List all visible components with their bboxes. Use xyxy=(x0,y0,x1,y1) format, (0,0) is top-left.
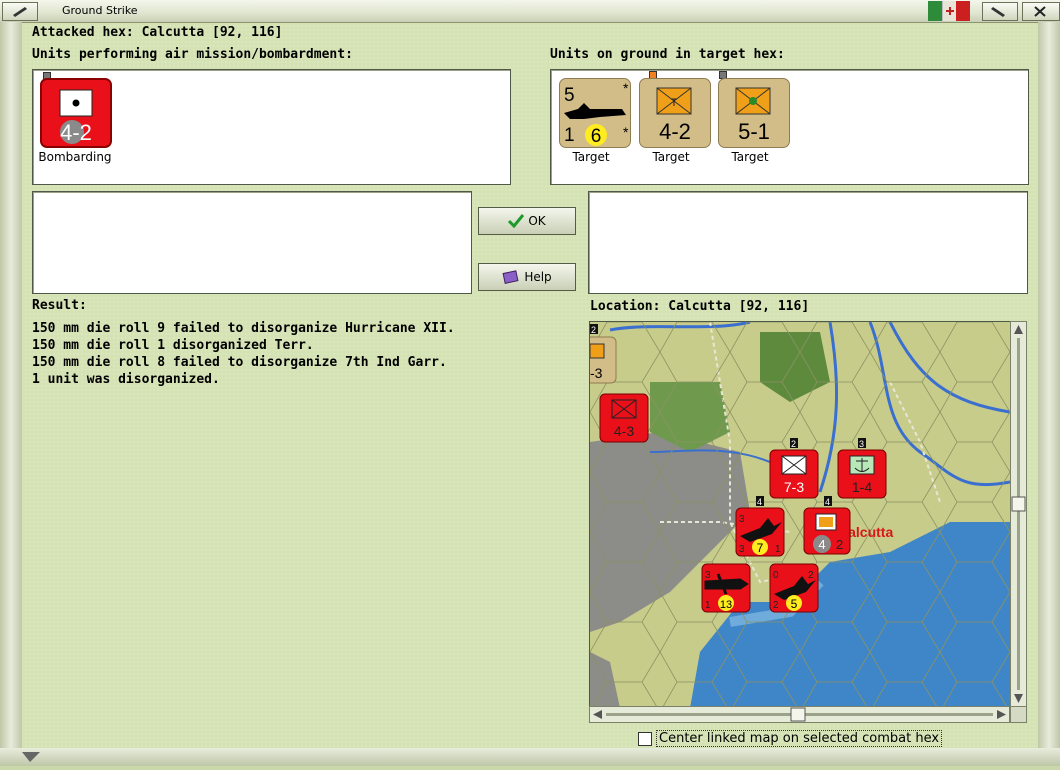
svg-text:5: 5 xyxy=(564,85,575,106)
result-text: 150 mm die roll 9 failed to disorganize … xyxy=(32,320,455,388)
map-vertical-scrollbar[interactable] xyxy=(1010,321,1027,707)
ground-strike-window: Ground Strike Attacked hex: Calcutta [92… xyxy=(0,0,1060,766)
svg-text:*: * xyxy=(623,80,629,96)
close-button[interactable] xyxy=(1022,2,1060,21)
svg-text:3: 3 xyxy=(739,514,745,525)
svg-text:4: 4 xyxy=(757,497,762,507)
air-units-label: Units performing air mission/bombardment… xyxy=(32,47,353,62)
result-line: 150 mm die roll 9 failed to disorganize … xyxy=(32,321,455,336)
center-map-checkbox[interactable] xyxy=(638,732,652,746)
ground-unit-caption-3: Target xyxy=(731,150,769,164)
ok-button-label: OK xyxy=(528,214,546,228)
map-counter-bomber-2[interactable]: 3 1 13 xyxy=(701,563,751,613)
svg-text:5: 5 xyxy=(791,597,798,611)
air-unit-counter[interactable]: 4-2 xyxy=(40,78,112,148)
svg-text:1: 1 xyxy=(775,544,781,555)
svg-text:-3: -3 xyxy=(590,365,603,381)
air-unit-caption: Bombarding xyxy=(38,150,112,164)
system-menu-button[interactable] xyxy=(2,2,38,21)
help-button[interactable]: Help xyxy=(478,263,576,291)
ground-units-label: Units on ground in target hex: xyxy=(550,47,785,62)
resize-grip-icon[interactable] xyxy=(0,748,60,766)
svg-text:2: 2 xyxy=(591,325,596,335)
svg-text:*: * xyxy=(623,124,629,140)
fighter-plane-icon: 5 * 1 6 * xyxy=(564,80,629,147)
ground-unit-caption-1: Target xyxy=(572,150,610,164)
help-book-icon xyxy=(502,270,519,284)
svg-text:2: 2 xyxy=(791,439,796,449)
ground-unit-terr[interactable]: T 4-2 xyxy=(639,78,711,148)
svg-text:13: 13 xyxy=(720,599,732,611)
ground-unit-fighter[interactable]: 5 * 1 6 * xyxy=(559,78,631,148)
map-counter-infantry[interactable]: 4-3 xyxy=(599,393,649,443)
svg-text:4: 4 xyxy=(818,537,825,552)
minimize-button[interactable] xyxy=(982,2,1018,21)
territorial-unit-icon: T 4-2 xyxy=(656,87,692,144)
help-button-label: Help xyxy=(524,270,552,284)
scrollbar-corner xyxy=(1010,706,1027,723)
result-label: Result: xyxy=(32,298,87,313)
location-map[interactable]: Calcutta -3 2 4-3 7-3 2 1-4 3 3 3 7 1 4 … xyxy=(589,321,1011,709)
plus-icon xyxy=(946,7,954,15)
svg-text:4-2: 4-2 xyxy=(659,119,691,144)
right-frame xyxy=(1038,22,1060,750)
attacked-hex-label: Attacked hex: Calcutta [92, 116] xyxy=(32,25,283,40)
window-title: Ground Strike xyxy=(62,4,138,17)
scrollbar-arrows-icon xyxy=(1011,325,1026,703)
svg-text:7: 7 xyxy=(757,541,764,555)
svg-text:2: 2 xyxy=(808,570,814,581)
svg-text:1: 1 xyxy=(705,600,711,611)
ground-unit-garrison[interactable]: 5-1 xyxy=(718,78,790,148)
ground-unit-details-panel xyxy=(588,191,1028,294)
flag-red-icon xyxy=(956,1,970,21)
svg-text:3: 3 xyxy=(739,544,745,555)
svg-text:4-3: 4-3 xyxy=(614,423,634,439)
location-label: Location: Calcutta [92, 116] xyxy=(590,299,810,314)
svg-text:T: T xyxy=(671,97,678,109)
hex-map: Calcutta -3 2 4-3 7-3 2 1-4 3 3 3 7 1 4 … xyxy=(590,322,1010,708)
svg-text:2: 2 xyxy=(773,600,779,611)
map-counter-bomber-3[interactable]: 0 2 2 5 xyxy=(769,563,819,613)
svg-text:2: 2 xyxy=(836,537,843,552)
air-unit-value: 4-2 xyxy=(60,120,92,145)
svg-text:6: 6 xyxy=(591,126,602,147)
svg-text:1-4: 1-4 xyxy=(852,479,872,495)
minimize-icon xyxy=(991,7,1005,17)
scrollbar-arrows-icon xyxy=(593,707,1006,722)
result-line: 1 unit was disorganized. xyxy=(32,372,220,387)
checkmark-icon xyxy=(508,214,525,228)
svg-text:7-3: 7-3 xyxy=(784,479,804,495)
bottom-frame xyxy=(0,748,1060,766)
left-frame xyxy=(0,22,22,750)
svg-text:3: 3 xyxy=(859,439,864,449)
svg-text:4: 4 xyxy=(825,497,830,507)
bombard-unit-icon: 4-2 xyxy=(59,89,93,145)
svg-text:3: 3 xyxy=(705,570,711,581)
result-line: 150 mm die roll 8 failed to disorganize … xyxy=(32,355,447,370)
svg-text:5-1: 5-1 xyxy=(738,119,770,144)
garrison-unit-icon: 5-1 xyxy=(735,87,771,144)
result-line: 150 mm die roll 1 disorganized Terr. xyxy=(32,338,314,353)
svg-text:1: 1 xyxy=(564,125,575,146)
ground-unit-caption-2: Target xyxy=(652,150,690,164)
window-menu-icon xyxy=(13,7,27,17)
flag-green-icon xyxy=(928,1,942,21)
svg-text:0: 0 xyxy=(773,570,779,581)
ok-button[interactable]: OK xyxy=(478,207,576,235)
air-unit-details-panel xyxy=(32,191,472,294)
title-bar[interactable]: Ground Strike xyxy=(0,0,1060,23)
air-units-panel: 4-2 Bombarding xyxy=(32,69,511,185)
add-window-button[interactable] xyxy=(942,1,957,21)
close-icon xyxy=(1034,6,1046,17)
map-horizontal-scrollbar[interactable] xyxy=(589,706,1010,723)
ground-units-panel: 5 * 1 6 * Target T 4-2 Target 5-1 Target xyxy=(550,69,1029,185)
center-map-checkbox-label[interactable]: Center linked map on selected combat hex xyxy=(656,730,943,747)
